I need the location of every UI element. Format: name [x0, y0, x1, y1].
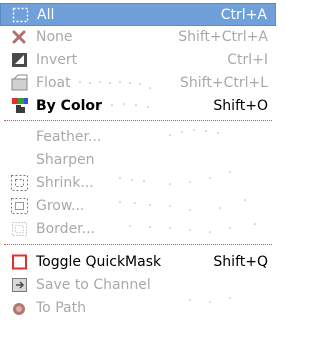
- select-none-icon: [10, 28, 30, 46]
- selection-to-path-icon: [10, 299, 30, 317]
- menu-item-label: Grow...: [36, 198, 85, 214]
- menu-item-label: Sharpen: [36, 152, 95, 168]
- menu-item-accelerator: Ctrl+A: [220, 7, 267, 23]
- menu-item-by-color[interactable]: By Color Shift+O: [0, 95, 276, 118]
- shrink-selection-icon: [10, 174, 30, 192]
- menu-item-invert[interactable]: Invert Ctrl+I: [0, 49, 276, 72]
- menu-item-save-to-channel[interactable]: Save to Channel: [0, 274, 276, 297]
- invert-selection-icon: [10, 51, 30, 69]
- menu-item-accelerator: Shift+Ctrl+L: [180, 75, 268, 91]
- menu-item-float[interactable]: Float Shift+Ctrl+L: [0, 72, 276, 95]
- select-menu: All Ctrl+A None Shift+Ctrl+A Invert Ctrl…: [0, 0, 276, 349]
- menu-item-feather[interactable]: Feather...: [0, 126, 276, 149]
- menu-item-grow[interactable]: Grow...: [0, 195, 276, 218]
- menu-item-select-none[interactable]: None Shift+Ctrl+A: [0, 26, 276, 49]
- menu-item-label: To Path: [36, 300, 86, 316]
- border-selection-icon: [10, 220, 30, 238]
- menu-item-to-path[interactable]: To Path: [0, 297, 276, 320]
- float-selection-icon: [10, 74, 30, 92]
- menu-separator: [4, 120, 272, 122]
- menu-item-label: Invert: [36, 52, 78, 68]
- menu-item-label: All: [37, 7, 55, 23]
- select-all-icon: [11, 6, 31, 24]
- menu-item-label: Toggle QuickMask: [36, 254, 162, 270]
- menu-item-label: Feather...: [36, 129, 102, 145]
- menu-separator: [4, 244, 272, 246]
- select-by-color-icon: [10, 97, 30, 115]
- menu-item-label: By Color: [36, 98, 102, 114]
- menu-item-select-all[interactable]: All Ctrl+A: [0, 3, 276, 26]
- menu-item-shrink[interactable]: Shrink...: [0, 172, 276, 195]
- menu-item-accelerator: Shift+Ctrl+A: [178, 29, 268, 45]
- menu-item-border[interactable]: Border...: [0, 218, 276, 241]
- menu-item-label: Save to Channel: [36, 277, 151, 293]
- menu-item-sharpen[interactable]: Sharpen: [0, 149, 276, 172]
- grow-selection-icon: [10, 197, 30, 215]
- menu-item-toggle-quickmask[interactable]: Toggle QuickMask Shift+Q: [0, 251, 276, 274]
- menu-item-label: Float: [36, 75, 71, 91]
- menu-item-label: Border...: [36, 221, 96, 237]
- quickmask-toggle-icon: [10, 253, 30, 271]
- menu-item-accelerator: Ctrl+I: [227, 52, 268, 68]
- menu-item-accelerator: Shift+Q: [213, 254, 268, 270]
- menu-item-accelerator: Shift+O: [213, 98, 268, 114]
- menu-item-label: Shrink...: [36, 175, 94, 191]
- save-to-channel-icon: [10, 276, 30, 294]
- menu-item-label: None: [36, 29, 73, 45]
